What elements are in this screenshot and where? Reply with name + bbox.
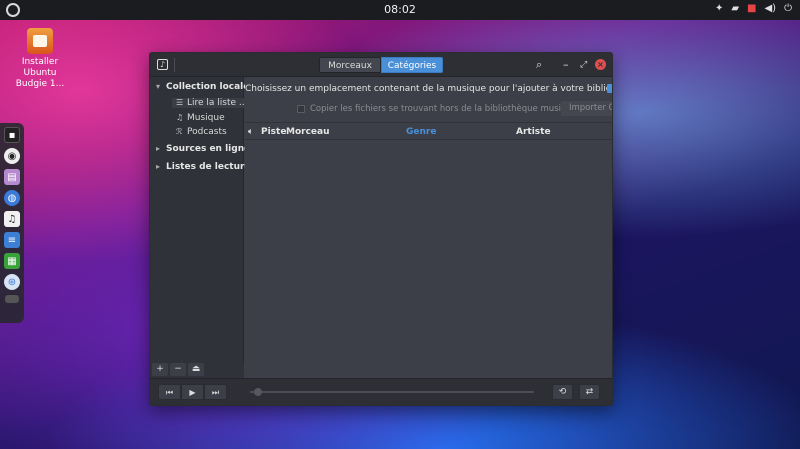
list-icon: ☰ [176, 98, 184, 107]
sidebar-playlists[interactable]: ▸ Listes de lecture [156, 162, 251, 172]
dock-extra-icon[interactable] [5, 295, 19, 303]
sidebar-toolbar: + − ⏏ [150, 363, 244, 378]
desktop-icon-label: Installer Ubuntu Budgie 1... [15, 57, 65, 89]
sidebar-item-music[interactable]: ♫ Musique [176, 113, 225, 123]
terminal-icon[interactable]: ▪ [4, 127, 20, 143]
sidebar-item-label: Sources en ligne [166, 144, 251, 154]
installer-icon [27, 28, 53, 54]
maximize-icon[interactable]: ⤢ [580, 58, 587, 72]
shuffle-button[interactable]: ⇄ [579, 384, 600, 400]
calc-icon[interactable]: ▦ [4, 253, 20, 269]
rss-icon: ℛ [176, 127, 183, 136]
sidebar-item-label: Listes de lecture [166, 162, 251, 172]
sidebar: ▾ Collection locale ☰ Lire la liste ... ♫ M… [150, 77, 251, 363]
files-icon[interactable]: ▤ [4, 169, 20, 185]
power-icon[interactable]: ⏻ [784, 3, 792, 14]
sidebar-online-sources[interactable]: ▸ Sources en ligne [156, 144, 250, 154]
software-icon[interactable]: ⊛ [4, 274, 20, 290]
seek-bar[interactable] [250, 391, 534, 393]
chevron-right-icon: ▸ [156, 144, 161, 153]
volume-icon[interactable]: ◀) [764, 3, 776, 14]
sidebar-item-label: Lire la liste ... [187, 98, 248, 108]
repeat-button[interactable]: ⟲ [552, 384, 573, 400]
network-icon[interactable]: ▰ [731, 3, 739, 14]
titlebar: ♪ Morceaux Catégories ⌕ – ⤢ × [150, 53, 612, 77]
sidebar-local-collection[interactable]: ▾ Collection locale [156, 82, 249, 92]
chevron-right-icon: ▸ [156, 162, 161, 171]
speaker-icon: 🔈︎ [248, 127, 254, 137]
clock[interactable]: 08:02 [0, 3, 800, 16]
column-track[interactable]: Piste [261, 127, 286, 137]
alert-icon[interactable]: ■ [747, 3, 756, 14]
copy-files-option[interactable]: Copier les fichiers se trouvant hors de … [297, 104, 578, 114]
sidebar-item-label: Collection locale [166, 82, 250, 92]
bell-icon[interactable]: ✦ [715, 3, 723, 14]
chevron-down-icon: ▾ [156, 82, 161, 91]
app-menu-icon[interactable] [6, 3, 20, 17]
system-tray: ✦ ▰ ■ ◀) ⏻ [715, 3, 792, 14]
table-header: 🔈︎ Piste Morceau Genre Artiste [245, 122, 612, 140]
import-button[interactable]: Importer 0 [561, 101, 612, 116]
folder-chooser-icon[interactable] [607, 84, 612, 93]
dock: ▪ ◉ ▤ ◍ ♫ ≡ ▦ ⊛ [0, 123, 24, 323]
sidebar-item-label: Podcasts [187, 127, 227, 137]
top-panel: 08:02 ✦ ▰ ■ ◀) ⏻ [0, 0, 800, 20]
browser-icon[interactable]: ◍ [4, 190, 20, 206]
import-info-message: Choisissez un emplacement contenant de l… [245, 84, 612, 94]
sidebar-item-podcasts[interactable]: ℛ Podcasts [176, 127, 227, 137]
app-icon: ♪ [157, 59, 168, 70]
player-controls: ⏮ ▶ ⏭ ⟲ ⇄ [150, 378, 612, 405]
sidebar-item-label: Musique [187, 113, 225, 123]
column-title[interactable]: Morceau [286, 127, 330, 137]
playback-buttons: ⏮ ▶ ⏭ [158, 384, 227, 400]
main-content: Choisissez un emplacement contenant de l… [245, 77, 612, 378]
sidebar-item-play-queue[interactable]: ☰ Lire la liste ... [172, 98, 248, 108]
seek-handle[interactable] [254, 388, 262, 396]
minimize-icon[interactable]: – [563, 58, 569, 72]
column-genre[interactable]: Genre [406, 127, 436, 137]
titlebar-separator [174, 58, 175, 72]
media-icon[interactable]: ◉ [4, 148, 20, 164]
music-note-icon: ♫ [176, 113, 184, 122]
music-player-window: ♪ Morceaux Catégories ⌕ – ⤢ × ▾ Collectio… [149, 52, 613, 406]
next-button[interactable]: ⏭ [204, 384, 227, 400]
tab-tracks[interactable]: Morceaux [319, 57, 381, 73]
view-tabs: Morceaux Catégories [319, 57, 443, 73]
remove-button[interactable]: − [170, 363, 186, 376]
music-icon[interactable]: ♫ [4, 211, 20, 227]
copy-files-label: Copier les fichiers se trouvant hors de … [310, 104, 579, 114]
add-button[interactable]: + [152, 363, 168, 376]
previous-button[interactable]: ⏮ [158, 384, 181, 400]
copy-files-checkbox[interactable] [297, 105, 305, 113]
writer-icon[interactable]: ≡ [4, 232, 20, 248]
play-button[interactable]: ▶ [181, 384, 204, 400]
eject-button[interactable]: ⏏ [188, 363, 204, 376]
tab-categories[interactable]: Catégories [381, 57, 443, 73]
desktop-installer-icon[interactable]: Installer Ubuntu Budgie 1... [12, 28, 68, 90]
close-icon[interactable]: × [595, 59, 606, 70]
column-artist[interactable]: Artiste [516, 127, 551, 137]
search-icon[interactable]: ⌕ [536, 58, 542, 72]
